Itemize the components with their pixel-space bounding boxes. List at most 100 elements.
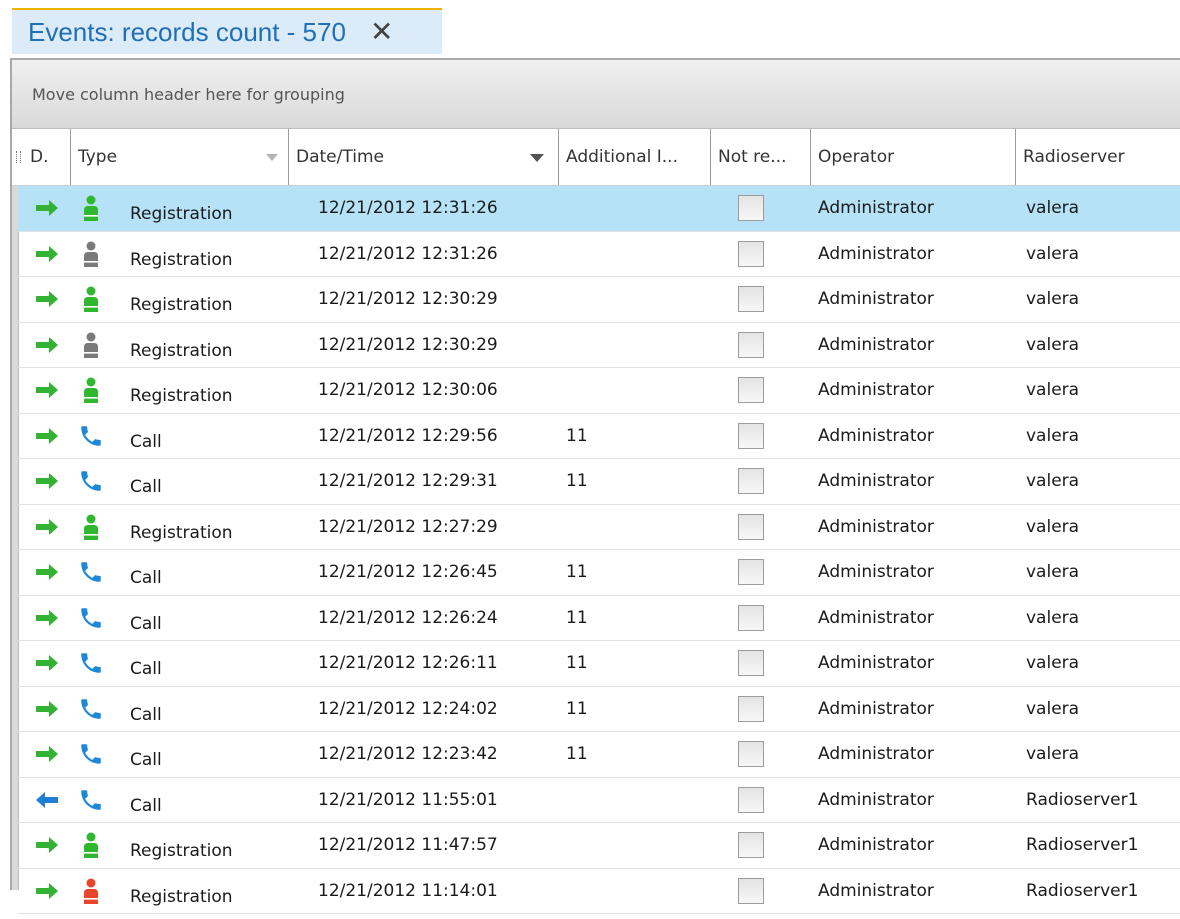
cell-datetime: 12/21/2012 12:30:29 xyxy=(318,277,498,324)
table-row[interactable]: Registration 12/21/2012 12:31:26 Adminis… xyxy=(18,186,1180,232)
filter-dropdown-icon[interactable] xyxy=(266,154,278,161)
cell-type: Registration xyxy=(130,368,233,419)
arrow-right-icon xyxy=(34,596,68,641)
cell-operator: Administrator xyxy=(818,732,934,777)
cell-operator: Administrator xyxy=(818,550,934,595)
cell-type: Registration xyxy=(130,277,233,328)
cell-type: Registration xyxy=(130,186,233,237)
not-read-checkbox[interactable] xyxy=(738,332,764,358)
not-read-checkbox-cell xyxy=(738,277,764,322)
not-read-checkbox-cell xyxy=(738,323,764,368)
cell-type: Call xyxy=(130,687,162,738)
cell-additional: 11 xyxy=(566,641,588,686)
not-read-checkbox[interactable] xyxy=(738,696,764,722)
cell-operator: Administrator xyxy=(818,368,934,413)
table-row[interactable]: Registration 12/21/2012 12:30:06 Adminis… xyxy=(18,368,1180,414)
table-row[interactable]: Call 12/21/2012 12:29:31 11 Administrato… xyxy=(18,459,1180,505)
cell-type: Call xyxy=(130,596,162,647)
table-row[interactable]: Call 12/21/2012 11:55:01 Administrator R… xyxy=(18,778,1180,824)
not-read-checkbox[interactable] xyxy=(738,423,764,449)
table-row[interactable]: Call 12/21/2012 12:26:11 11 Administrato… xyxy=(18,641,1180,687)
arrow-right-icon xyxy=(34,232,68,277)
cell-type: Call xyxy=(130,459,162,510)
not-read-checkbox[interactable] xyxy=(738,241,764,267)
table-row[interactable]: Registration 12/21/2012 12:30:29 Adminis… xyxy=(18,323,1180,369)
table-row[interactable]: Call 12/21/2012 12:23:42 11 Administrato… xyxy=(18,732,1180,778)
cell-type: Registration xyxy=(130,232,233,283)
cell-type: Registration xyxy=(130,323,233,374)
not-read-checkbox-cell xyxy=(738,414,764,459)
not-read-checkbox[interactable] xyxy=(738,195,764,221)
not-read-checkbox-cell xyxy=(738,505,764,550)
not-read-checkbox[interactable] xyxy=(738,468,764,494)
table-row[interactable]: Call 12/21/2012 12:26:45 11 Administrato… xyxy=(18,550,1180,596)
arrow-right-icon xyxy=(34,687,68,732)
close-icon[interactable]: ✕ xyxy=(370,18,393,46)
events-tab[interactable]: Events: records count - 570 ✕ xyxy=(12,8,442,54)
phone-icon xyxy=(76,732,106,777)
column-header-operator[interactable]: Operator xyxy=(810,129,1015,185)
not-read-checkbox[interactable] xyxy=(738,377,764,403)
phone-icon xyxy=(76,778,106,823)
cell-radioserver: valera xyxy=(1026,505,1079,550)
cell-operator: Administrator xyxy=(818,641,934,686)
cell-operator: Administrator xyxy=(818,869,934,914)
cell-operator: Administrator xyxy=(818,414,934,459)
not-read-checkbox-cell xyxy=(738,596,764,641)
phone-icon xyxy=(76,550,106,595)
column-header-radioserver[interactable]: Radioserver xyxy=(1015,129,1180,185)
not-read-checkbox[interactable] xyxy=(738,286,764,312)
arrow-right-icon xyxy=(34,732,68,777)
table-row[interactable]: Registration 12/21/2012 12:31:26 Adminis… xyxy=(18,232,1180,278)
cell-datetime: 12/21/2012 12:26:11 xyxy=(318,641,498,688)
not-read-checkbox-cell xyxy=(738,687,764,732)
cell-additional: 11 xyxy=(566,596,588,641)
cell-radioserver: Radioserver1 xyxy=(1026,869,1138,914)
cell-operator: Administrator xyxy=(818,823,934,868)
cell-operator: Administrator xyxy=(818,505,934,550)
not-read-checkbox[interactable] xyxy=(738,559,764,585)
column-header-datetime[interactable]: Date/Time xyxy=(288,129,558,185)
column-header-type[interactable]: Type xyxy=(70,129,288,185)
not-read-checkbox-cell xyxy=(738,732,764,777)
not-read-checkbox[interactable] xyxy=(738,832,764,858)
table-row[interactable]: Call 12/21/2012 12:29:56 11 Administrato… xyxy=(18,414,1180,460)
not-read-checkbox-cell xyxy=(738,232,764,277)
cell-additional: 11 xyxy=(566,550,588,595)
column-header-additional[interactable]: Additional I... xyxy=(558,129,710,185)
cell-type: Registration xyxy=(130,869,233,919)
cell-type: Call xyxy=(130,414,162,465)
table-row[interactable]: Registration 12/21/2012 11:14:01 Adminis… xyxy=(18,869,1180,915)
not-read-checkbox-cell xyxy=(738,641,764,686)
cell-radioserver: valera xyxy=(1026,687,1079,732)
cell-additional: 11 xyxy=(566,459,588,504)
cell-radioserver: valera xyxy=(1026,414,1079,459)
column-header-row: D. Type Date/Time Additional I... Not re… xyxy=(12,129,1180,186)
not-read-checkbox[interactable] xyxy=(738,650,764,676)
cell-datetime: 12/21/2012 12:27:29 xyxy=(318,505,498,552)
sort-descending-icon[interactable] xyxy=(530,154,544,162)
drag-grip-icon[interactable] xyxy=(16,151,21,163)
not-read-checkbox[interactable] xyxy=(738,787,764,813)
person-icon xyxy=(76,869,106,914)
cell-radioserver: valera xyxy=(1026,368,1079,413)
not-read-checkbox[interactable] xyxy=(738,514,764,540)
not-read-checkbox-cell xyxy=(738,869,764,914)
table-row[interactable]: Call 12/21/2012 12:24:02 11 Administrato… xyxy=(18,687,1180,733)
column-header-not-read[interactable]: Not re... xyxy=(710,129,810,185)
not-read-checkbox[interactable] xyxy=(738,741,764,767)
table-row[interactable]: Registration 12/21/2012 12:27:29 Adminis… xyxy=(18,505,1180,551)
grouping-panel[interactable]: Move column header here for grouping xyxy=(12,60,1180,129)
table-row[interactable]: Call 12/21/2012 12:26:24 11 Administrato… xyxy=(18,596,1180,642)
table-row[interactable]: Registration 12/21/2012 11:47:57 Adminis… xyxy=(18,823,1180,869)
not-read-checkbox[interactable] xyxy=(738,605,764,631)
cell-radioserver: valera xyxy=(1026,323,1079,368)
phone-icon xyxy=(76,596,106,641)
table-row[interactable]: Registration 12/21/2012 12:30:29 Adminis… xyxy=(18,277,1180,323)
cell-radioserver: Radioserver1 xyxy=(1026,823,1138,868)
cell-datetime: 12/21/2012 12:30:29 xyxy=(318,323,498,370)
column-header-direction[interactable]: D. xyxy=(12,129,70,185)
cell-datetime: 12/21/2012 11:47:57 xyxy=(318,823,498,870)
not-read-checkbox[interactable] xyxy=(738,878,764,904)
person-icon xyxy=(76,323,106,368)
